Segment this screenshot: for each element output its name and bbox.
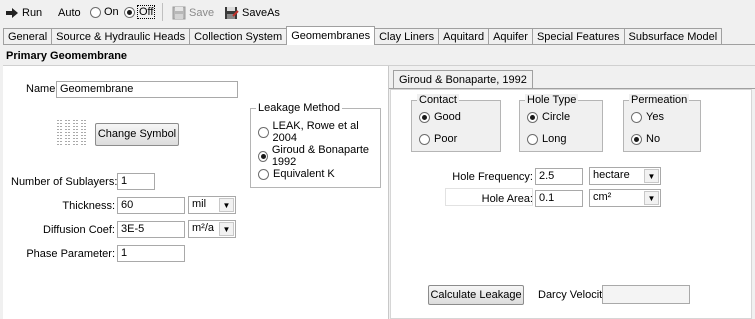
permeation-yes-label: Yes (646, 111, 664, 123)
hole-frequency-unit-value: hectare (593, 169, 630, 181)
chevron-down-icon: ▼ (644, 191, 659, 205)
contact-good-radio[interactable]: Good (419, 111, 461, 123)
phase-field[interactable]: 1 (117, 245, 185, 262)
hole-area-label: Hole Area: (481, 193, 533, 205)
hole-type-circle-radio[interactable]: Circle (527, 111, 570, 123)
saveas-label: SaveAs (242, 7, 280, 19)
hole-type-title: Hole Type (525, 94, 579, 106)
save-disk-icon (172, 6, 186, 20)
tab-clay-liners[interactable]: Clay Liners (374, 28, 440, 45)
radio-circle (258, 126, 269, 138)
tab-subsurface-model[interactable]: Subsurface Model (623, 28, 723, 45)
radio-circle (419, 111, 430, 123)
permeation-title: Permeation (629, 94, 690, 106)
sublayers-field[interactable]: 1 (117, 173, 155, 190)
content-area: Name: Geomembrane Change Symbol Number o… (3, 66, 755, 319)
leakage-option-giroud[interactable]: Giroud & Bonaparte 1992 (258, 144, 380, 168)
hole-frequency-field[interactable]: 2.5 (535, 168, 583, 185)
chevron-down-icon: ▼ (219, 222, 234, 236)
leakage-method-title: Leakage Method (256, 102, 342, 114)
phase-label: Phase Parameter: (26, 248, 115, 260)
diffusion-label: Diffusion Coef: (43, 224, 115, 236)
chevron-down-icon: ▼ (644, 169, 659, 183)
tab-giroud-bonaparte[interactable]: Giroud & Bonaparte, 1992 (393, 70, 533, 88)
leakage-option-equivalent-k[interactable]: Equivalent K (258, 168, 335, 180)
hole-frequency-label: Hole Frequency: (452, 171, 533, 183)
tab-aquitard[interactable]: Aquitard (438, 28, 490, 45)
darcy-velocity-label: Darcy Velocity (538, 289, 608, 301)
chevron-down-icon: ▼ (219, 198, 234, 212)
hole-type-long-radio[interactable]: Long (527, 133, 566, 145)
hole-area-unit-select[interactable]: cm² ▼ (589, 189, 661, 207)
leakage-option-label: Equivalent K (273, 168, 335, 180)
permeation-no-label: No (646, 133, 661, 145)
giroud-panel: Giroud & Bonaparte, 1992 Contact Good Po… (388, 66, 755, 319)
diffusion-unit-value: m²/a (192, 222, 214, 234)
auto-off-radio[interactable]: Off (124, 5, 156, 19)
darcy-velocity-field (602, 285, 690, 304)
hole-frequency-unit-select[interactable]: hectare ▼ (589, 167, 661, 185)
off-label: Off (136, 5, 156, 19)
giroud-content: Contact Good Poor Hole Type Circle Long … (390, 89, 752, 319)
diffusion-field[interactable]: 3E-5 (117, 221, 185, 238)
radio-circle (258, 168, 269, 180)
change-symbol-button[interactable]: Change Symbol (95, 123, 179, 146)
saveas-disk-icon (225, 7, 239, 19)
tab-aquifer[interactable]: Aquifer (488, 28, 533, 45)
section-title: Primary Geomembrane (3, 46, 755, 66)
radio-circle (527, 111, 538, 123)
save-button[interactable]: Save (172, 4, 214, 22)
main-tabstrip: General Source & Hydraulic Heads Collect… (3, 26, 723, 45)
tab-collection-system[interactable]: Collection System (189, 28, 288, 45)
tab-underline (3, 44, 755, 45)
thickness-label: Thickness: (62, 200, 115, 212)
radio-circle (631, 133, 642, 145)
hole-type-circle-label: Circle (542, 111, 571, 123)
thickness-field[interactable]: 60 (117, 197, 185, 214)
hole-area-field[interactable]: 0.1 (535, 190, 583, 207)
name-field[interactable]: Geomembrane (56, 81, 238, 98)
hole-type-group: Hole Type Circle Long (519, 94, 603, 152)
thickness-unit-select[interactable]: mil ▼ (188, 196, 236, 214)
run-button[interactable]: Run (5, 4, 42, 22)
saveas-button[interactable]: SaveAs (224, 4, 280, 22)
calculate-leakage-button[interactable]: Calculate Leakage (428, 285, 524, 305)
leakage-option-label: LEAK, Rowe et al 2004 (272, 120, 359, 144)
diffusion-unit-select[interactable]: m²/a ▼ (188, 220, 236, 238)
on-radio-circle (90, 6, 101, 18)
contact-good-label: Good (434, 111, 461, 123)
radio-circle (527, 133, 538, 145)
permeation-yes-radio[interactable]: Yes (631, 111, 664, 123)
leakage-method-group: Leakage Method LEAK, Rowe et al 2004 Gir… (250, 102, 381, 188)
run-label: Run (22, 7, 43, 19)
save-label: Save (189, 7, 215, 19)
tab-general[interactable]: General (3, 28, 53, 45)
contact-title: Contact (417, 94, 459, 106)
tab-special-features[interactable]: Special Features (531, 28, 625, 45)
leakage-option-leak[interactable]: LEAK, Rowe et al 2004 (258, 120, 380, 144)
on-label: On (104, 6, 119, 18)
geomembrane-symbol-icon (55, 118, 91, 148)
thickness-unit-value: mil (192, 198, 207, 210)
contact-poor-label: Poor (434, 133, 458, 145)
permeation-no-radio[interactable]: No (631, 133, 660, 145)
run-arrow-icon (6, 8, 18, 18)
tab-source-hydraulic-heads[interactable]: Source & Hydraulic Heads (51, 28, 191, 45)
name-label: Name: (26, 83, 59, 95)
auto-on-radio[interactable]: On (90, 6, 119, 18)
hole-type-long-label: Long (542, 133, 567, 145)
off-radio-circle (124, 6, 135, 18)
tab-geomembranes[interactable]: Geomembranes (286, 26, 376, 45)
auto-label: Auto (58, 7, 81, 19)
hole-area-unit-value: cm² (593, 191, 612, 203)
sublayers-label: Number of Sublayers: (11, 176, 118, 188)
radio-circle (419, 133, 430, 145)
radio-circle (258, 150, 268, 162)
permeation-group: Permeation Yes No (623, 94, 701, 152)
toolbar-separator (162, 3, 163, 21)
contact-poor-radio[interactable]: Poor (419, 133, 457, 145)
contact-group: Contact Good Poor (411, 94, 501, 152)
leakage-option-label: Giroud & Bonaparte 1992 (271, 144, 370, 168)
radio-circle (631, 111, 642, 123)
